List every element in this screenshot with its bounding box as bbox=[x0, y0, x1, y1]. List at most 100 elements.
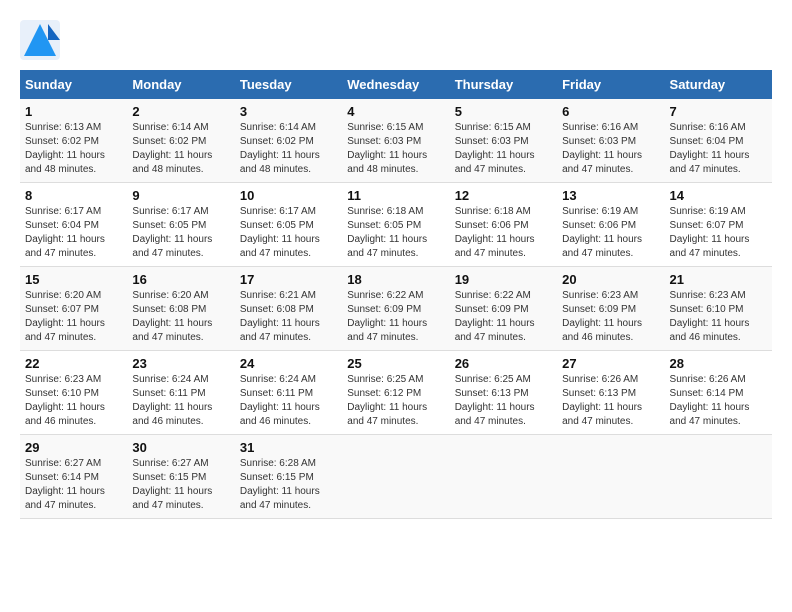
day-info: Sunrise: 6:14 AM Sunset: 6:02 PM Dayligh… bbox=[132, 121, 229, 177]
day-number: 5 bbox=[455, 104, 552, 119]
logo-icon bbox=[20, 20, 60, 60]
day-info: Sunrise: 6:28 AM Sunset: 6:15 PM Dayligh… bbox=[240, 457, 337, 513]
calendar-cell: 21 Sunrise: 6:23 AM Sunset: 6:10 PM Dayli… bbox=[665, 267, 772, 351]
day-number: 19 bbox=[455, 272, 552, 287]
weekday-header: Wednesday bbox=[342, 70, 449, 99]
day-number: 2 bbox=[132, 104, 229, 119]
calendar-cell: 3Sunrise: 6:14 AM Sunset: 6:02 PM Daylig… bbox=[235, 99, 342, 183]
calendar-cell: 13 Sunrise: 6:19 AM Sunset: 6:06 PM Dayli… bbox=[557, 183, 664, 267]
calendar-cell: 11Sunrise: 6:18 AM Sunset: 6:05 PM Dayli… bbox=[342, 183, 449, 267]
day-info: Sunrise: 6:25 AM Sunset: 6:13 PM Dayligh… bbox=[455, 373, 552, 429]
calendar-cell: 25 Sunrise: 6:25 AM Sunset: 6:12 PM Dayli… bbox=[342, 351, 449, 435]
calendar-cell: 8 Sunrise: 6:17 AM Sunset: 6:04 PM Daylig… bbox=[20, 183, 127, 267]
calendar-cell: 22 Sunrise: 6:23 AM Sunset: 6:10 PM Dayli… bbox=[20, 351, 127, 435]
calendar-cell: 20Sunrise: 6:23 AM Sunset: 6:09 PM Dayli… bbox=[557, 267, 664, 351]
day-info: Sunrise: 6:16 AM Sunset: 6:04 PM Dayligh… bbox=[670, 121, 767, 177]
day-info: Sunrise: 6:20 AM Sunset: 6:07 PM Dayligh… bbox=[25, 289, 122, 345]
calendar-cell bbox=[342, 435, 449, 519]
weekday-header: Saturday bbox=[665, 70, 772, 99]
weekday-header: Thursday bbox=[450, 70, 557, 99]
calendar-cell: 28Sunrise: 6:26 AM Sunset: 6:14 PM Dayli… bbox=[665, 351, 772, 435]
weekday-header: Sunday bbox=[20, 70, 127, 99]
day-info: Sunrise: 6:15 AM Sunset: 6:03 PM Dayligh… bbox=[455, 121, 552, 177]
day-number: 10 bbox=[240, 188, 337, 203]
day-number: 13 bbox=[562, 188, 659, 203]
calendar-cell: 24 Sunrise: 6:24 AM Sunset: 6:11 PM Dayli… bbox=[235, 351, 342, 435]
day-info: Sunrise: 6:14 AM Sunset: 6:02 PM Dayligh… bbox=[240, 121, 337, 177]
day-info: Sunrise: 6:22 AM Sunset: 6:09 PM Dayligh… bbox=[455, 289, 552, 345]
calendar-cell: 1Sunrise: 6:13 AM Sunset: 6:02 PM Daylig… bbox=[20, 99, 127, 183]
day-info: Sunrise: 6:17 AM Sunset: 6:04 PM Dayligh… bbox=[25, 205, 122, 261]
day-number: 26 bbox=[455, 356, 552, 371]
day-number: 7 bbox=[670, 104, 767, 119]
day-number: 4 bbox=[347, 104, 444, 119]
day-info: Sunrise: 6:27 AM Sunset: 6:14 PM Dayligh… bbox=[25, 457, 122, 513]
day-info: Sunrise: 6:17 AM Sunset: 6:05 PM Dayligh… bbox=[132, 205, 229, 261]
day-number: 17 bbox=[240, 272, 337, 287]
calendar-cell: 26 Sunrise: 6:25 AM Sunset: 6:13 PM Dayli… bbox=[450, 351, 557, 435]
calendar-cell: 23 Sunrise: 6:24 AM Sunset: 6:11 PM Dayli… bbox=[127, 351, 234, 435]
calendar-cell: 5 Sunrise: 6:15 AM Sunset: 6:03 PM Daylig… bbox=[450, 99, 557, 183]
calendar-cell bbox=[557, 435, 664, 519]
day-info: Sunrise: 6:21 AM Sunset: 6:08 PM Dayligh… bbox=[240, 289, 337, 345]
weekday-header: Friday bbox=[557, 70, 664, 99]
day-number: 29 bbox=[25, 440, 122, 455]
calendar-week-row: 8 Sunrise: 6:17 AM Sunset: 6:04 PM Daylig… bbox=[20, 183, 772, 267]
calendar-week-row: 1Sunrise: 6:13 AM Sunset: 6:02 PM Daylig… bbox=[20, 99, 772, 183]
day-info: Sunrise: 6:13 AM Sunset: 6:02 PM Dayligh… bbox=[25, 121, 122, 177]
calendar-week-row: 29 Sunrise: 6:27 AM Sunset: 6:14 PM Dayli… bbox=[20, 435, 772, 519]
logo bbox=[20, 20, 62, 60]
calendar-cell: 7 Sunrise: 6:16 AM Sunset: 6:04 PM Daylig… bbox=[665, 99, 772, 183]
day-info: Sunrise: 6:26 AM Sunset: 6:14 PM Dayligh… bbox=[670, 373, 767, 429]
page-header bbox=[20, 20, 772, 60]
calendar-cell: 18 Sunrise: 6:22 AM Sunset: 6:09 PM Dayli… bbox=[342, 267, 449, 351]
day-number: 14 bbox=[670, 188, 767, 203]
day-number: 27 bbox=[562, 356, 659, 371]
calendar-cell: 19 Sunrise: 6:22 AM Sunset: 6:09 PM Dayli… bbox=[450, 267, 557, 351]
day-info: Sunrise: 6:17 AM Sunset: 6:05 PM Dayligh… bbox=[240, 205, 337, 261]
weekday-header: Monday bbox=[127, 70, 234, 99]
day-info: Sunrise: 6:22 AM Sunset: 6:09 PM Dayligh… bbox=[347, 289, 444, 345]
day-info: Sunrise: 6:16 AM Sunset: 6:03 PM Dayligh… bbox=[562, 121, 659, 177]
calendar-cell: 16Sunrise: 6:20 AM Sunset: 6:08 PM Dayli… bbox=[127, 267, 234, 351]
calendar-cell: 10 Sunrise: 6:17 AM Sunset: 6:05 PM Dayli… bbox=[235, 183, 342, 267]
calendar-cell: 17 Sunrise: 6:21 AM Sunset: 6:08 PM Dayli… bbox=[235, 267, 342, 351]
day-number: 31 bbox=[240, 440, 337, 455]
calendar-cell bbox=[450, 435, 557, 519]
day-number: 25 bbox=[347, 356, 444, 371]
day-number: 23 bbox=[132, 356, 229, 371]
day-info: Sunrise: 6:23 AM Sunset: 6:10 PM Dayligh… bbox=[670, 289, 767, 345]
calendar-week-row: 22 Sunrise: 6:23 AM Sunset: 6:10 PM Dayli… bbox=[20, 351, 772, 435]
calendar-cell: 6 Sunrise: 6:16 AM Sunset: 6:03 PM Daylig… bbox=[557, 99, 664, 183]
weekday-header-row: SundayMondayTuesdayWednesdayThursdayFrid… bbox=[20, 70, 772, 99]
day-info: Sunrise: 6:23 AM Sunset: 6:10 PM Dayligh… bbox=[25, 373, 122, 429]
day-info: Sunrise: 6:23 AM Sunset: 6:09 PM Dayligh… bbox=[562, 289, 659, 345]
day-info: Sunrise: 6:24 AM Sunset: 6:11 PM Dayligh… bbox=[240, 373, 337, 429]
day-info: Sunrise: 6:15 AM Sunset: 6:03 PM Dayligh… bbox=[347, 121, 444, 177]
calendar-cell: 30Sunrise: 6:27 AM Sunset: 6:15 PM Dayli… bbox=[127, 435, 234, 519]
calendar-week-row: 15Sunrise: 6:20 AM Sunset: 6:07 PM Dayli… bbox=[20, 267, 772, 351]
calendar-cell: 9 Sunrise: 6:17 AM Sunset: 6:05 PM Daylig… bbox=[127, 183, 234, 267]
day-info: Sunrise: 6:19 AM Sunset: 6:07 PM Dayligh… bbox=[670, 205, 767, 261]
day-info: Sunrise: 6:26 AM Sunset: 6:13 PM Dayligh… bbox=[562, 373, 659, 429]
day-info: Sunrise: 6:20 AM Sunset: 6:08 PM Dayligh… bbox=[132, 289, 229, 345]
calendar-table: SundayMondayTuesdayWednesdayThursdayFrid… bbox=[20, 70, 772, 519]
day-number: 24 bbox=[240, 356, 337, 371]
day-number: 12 bbox=[455, 188, 552, 203]
calendar-cell: 2 Sunrise: 6:14 AM Sunset: 6:02 PM Daylig… bbox=[127, 99, 234, 183]
day-info: Sunrise: 6:27 AM Sunset: 6:15 PM Dayligh… bbox=[132, 457, 229, 513]
calendar-cell: 4 Sunrise: 6:15 AM Sunset: 6:03 PM Daylig… bbox=[342, 99, 449, 183]
day-number: 11 bbox=[347, 188, 444, 203]
day-number: 21 bbox=[670, 272, 767, 287]
day-number: 6 bbox=[562, 104, 659, 119]
day-number: 18 bbox=[347, 272, 444, 287]
weekday-header: Tuesday bbox=[235, 70, 342, 99]
day-number: 9 bbox=[132, 188, 229, 203]
day-info: Sunrise: 6:24 AM Sunset: 6:11 PM Dayligh… bbox=[132, 373, 229, 429]
day-info: Sunrise: 6:25 AM Sunset: 6:12 PM Dayligh… bbox=[347, 373, 444, 429]
calendar-cell: 14 Sunrise: 6:19 AM Sunset: 6:07 PM Dayli… bbox=[665, 183, 772, 267]
day-number: 8 bbox=[25, 188, 122, 203]
calendar-cell: 27 Sunrise: 6:26 AM Sunset: 6:13 PM Dayli… bbox=[557, 351, 664, 435]
day-number: 22 bbox=[25, 356, 122, 371]
day-info: Sunrise: 6:19 AM Sunset: 6:06 PM Dayligh… bbox=[562, 205, 659, 261]
